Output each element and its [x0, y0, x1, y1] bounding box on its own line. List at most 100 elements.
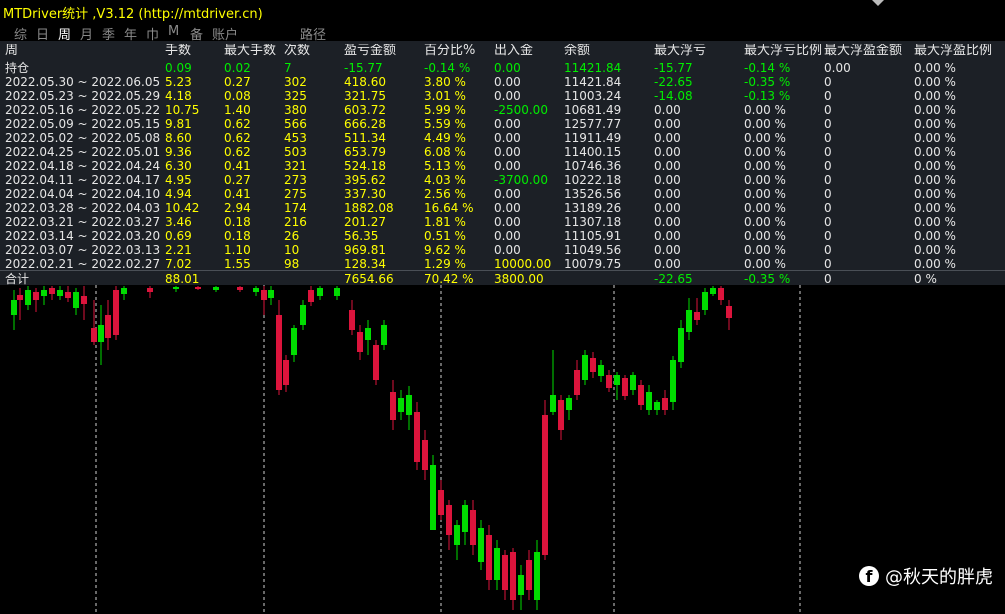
table-row-cell: 2022.04.11 ~ 2022.04.17	[5, 173, 161, 187]
candle-body	[566, 398, 572, 410]
table-row-cell: 10.42	[165, 201, 200, 215]
table-row-cell: 13526.56	[564, 187, 622, 201]
table-row-cell: 0	[824, 243, 832, 257]
table-row-cell: 1.29 %	[424, 257, 466, 271]
candle-body	[438, 490, 444, 515]
tab-7[interactable]: M	[168, 24, 179, 39]
table-row-cell: 2022.05.09 ~ 2022.05.15	[5, 117, 161, 131]
table-row-cell: 0.00 %	[914, 75, 956, 89]
table-row-cell: -0.35 %	[744, 75, 791, 89]
table-row-cell: 2022.04.25 ~ 2022.05.01	[5, 145, 161, 159]
candle-body	[462, 505, 468, 532]
candle-body	[686, 310, 692, 332]
candle-body	[598, 365, 604, 376]
table-row-cell: 2022.03.14 ~ 2022.03.20	[5, 229, 161, 243]
column-header: 最大浮亏	[654, 44, 707, 58]
candle-body	[582, 355, 588, 380]
column-header: 出入金	[494, 44, 534, 58]
table-row-cell: 16.64 %	[424, 201, 474, 215]
table-row-cell: 56.35	[344, 229, 379, 243]
table-row-cell: 524.18	[344, 159, 386, 173]
candle-body	[300, 305, 306, 325]
candle-body	[654, 402, 660, 410]
dropdown-arrow-icon[interactable]	[872, 0, 884, 6]
table-row-cell: 0.41	[224, 187, 251, 201]
column-header: 手数	[165, 44, 192, 58]
table-row-cell: 0.00	[494, 159, 521, 173]
candle-body	[381, 325, 387, 345]
holding-cell: 0.09	[165, 61, 192, 75]
candle-body	[213, 287, 219, 290]
title-bar: MTDriver统计 ,V3.12 (http://mtdriver.cn)	[0, 0, 1005, 24]
candle-body	[430, 465, 436, 530]
table-row-cell: 98	[284, 257, 300, 271]
table-row-cell: 0	[824, 229, 832, 243]
table-row-cell: 26	[284, 229, 300, 243]
table-row-cell: 4.03 %	[424, 173, 466, 187]
table-row-cell: 0.27	[224, 173, 251, 187]
candle-body	[446, 505, 452, 535]
table-row-cell: 0.41	[224, 159, 251, 173]
table-row-cell: 0.00	[654, 243, 681, 257]
candle-body	[268, 290, 274, 298]
table-row-cell: 0.00 %	[744, 257, 786, 271]
holding-cell: 0.00	[824, 61, 851, 75]
table-row-cell: 0.00	[494, 75, 521, 89]
table-row-cell: 0.00 %	[914, 131, 956, 145]
table-row-cell: 1.81 %	[424, 215, 466, 229]
table-row-cell: 0.00	[494, 187, 521, 201]
table-row-cell: 653.79	[344, 145, 386, 159]
table-row-cell: 13189.26	[564, 201, 622, 215]
table-row-cell: 2022.03.07 ~ 2022.03.13	[5, 243, 161, 257]
table-row-cell: 0.00 %	[914, 159, 956, 173]
column-header: 周	[5, 44, 19, 58]
table-row-cell: 2022.03.28 ~ 2022.04.03	[5, 201, 161, 215]
candle-body	[25, 290, 31, 305]
candle-body	[398, 398, 404, 412]
holding-cell: 7	[284, 61, 292, 75]
candle-body	[622, 378, 628, 396]
table-row-cell: 418.60	[344, 75, 386, 89]
table-row-cell: 0.00 %	[914, 257, 956, 271]
divider	[0, 270, 1005, 271]
table-row-cell: 380	[284, 103, 307, 117]
table-row-cell: 395.62	[344, 173, 386, 187]
table-row-cell: 2022.03.21 ~ 2022.03.27	[5, 215, 161, 229]
table-row-cell: 1882.08	[344, 201, 394, 215]
table-row-cell: 0.08	[224, 89, 251, 103]
candle-body	[526, 560, 532, 590]
candle-body	[646, 392, 652, 410]
candle-body	[558, 400, 564, 430]
candle-body	[173, 287, 179, 289]
candle-body	[390, 392, 396, 420]
total-cell: 88.01	[165, 272, 200, 286]
table-row-cell: 0.00	[654, 103, 681, 117]
candle-body	[694, 312, 700, 320]
table-row-cell: 0.00	[654, 173, 681, 187]
table-row-cell: 0.00	[654, 215, 681, 229]
total-cell: -0.35 %	[744, 272, 791, 286]
table-row-cell: 0.00 %	[744, 201, 786, 215]
table-row-cell: 453	[284, 131, 307, 145]
table-row-cell: 0.00	[654, 201, 681, 215]
column-header: 最大浮盈金额	[824, 44, 903, 58]
candle-body	[349, 310, 355, 330]
table-row-cell: 0.00 %	[744, 103, 786, 117]
table-row-cell: 0.00 %	[744, 159, 786, 173]
table-row-cell: 174	[284, 201, 307, 215]
holding-cell: -0.14 %	[424, 61, 471, 75]
holding-cell: 0.00	[494, 61, 521, 75]
candle-body	[606, 375, 612, 388]
table-row-cell: 275	[284, 187, 307, 201]
table-row-cell: 0.00	[654, 159, 681, 173]
table-row-cell: 10222.18	[564, 173, 622, 187]
column-header: 次数	[284, 44, 311, 58]
candle-body	[81, 296, 87, 304]
table-row-cell: 0.00 %	[914, 145, 956, 159]
table-row-cell: 3.01 %	[424, 89, 466, 103]
table-row-cell: 0.00	[654, 145, 681, 159]
table-row-cell: 0.00	[654, 187, 681, 201]
table-row-cell: 0.00	[654, 131, 681, 145]
table-row-cell: 0.18	[224, 229, 251, 243]
table-row-cell: 0.00 %	[914, 173, 956, 187]
